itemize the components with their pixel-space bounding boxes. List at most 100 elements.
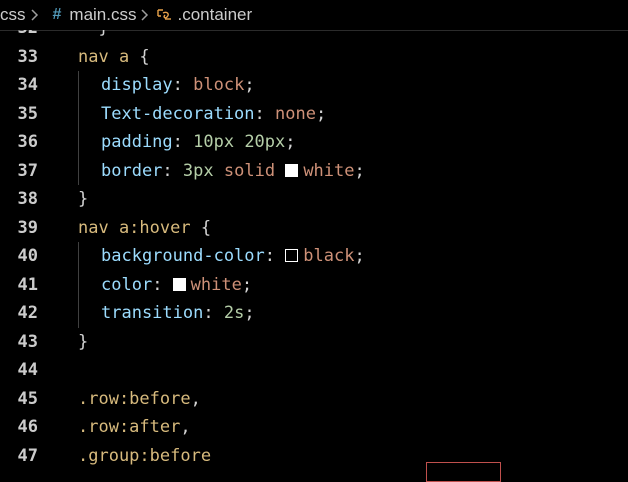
code-line[interactable]: 37 border: 3px solid white; <box>0 156 628 186</box>
breadcrumb-file[interactable]: # main.css <box>45 5 137 25</box>
code-line[interactable]: 36 padding: 10px 20px; <box>0 128 628 157</box>
code-token: { <box>190 217 212 238</box>
code-token: 10px 20px <box>193 132 286 152</box>
code-token: border <box>101 160 163 181</box>
line-number: 32 <box>0 30 38 43</box>
color-swatch-icon[interactable] <box>172 277 186 291</box>
line-number: 47 <box>17 445 38 466</box>
code-text: border: 3px solid white; <box>101 157 365 186</box>
indent-guide <box>78 71 79 100</box>
code-text: color: white; <box>101 271 252 300</box>
code-token: background-color <box>101 246 265 266</box>
code-token: ; <box>244 303 255 323</box>
line-number: 33 <box>17 46 38 67</box>
code-text: background-color: black; <box>101 242 365 271</box>
code-token: : <box>172 132 194 152</box>
breadcrumb-folder[interactable]: css <box>0 5 26 25</box>
chevron-right-icon <box>140 8 149 22</box>
breadcrumb-file-label: main.css <box>69 5 137 24</box>
breadcrumb: css # main.css .container <box>0 0 628 31</box>
code-token: : <box>264 246 286 266</box>
code-token: ; <box>241 274 253 295</box>
code-line[interactable]: 35 Text-decoration: none; <box>0 99 628 129</box>
breadcrumb-folder-label: css <box>0 5 26 24</box>
code-token: ; <box>244 75 255 95</box>
code-token: black <box>303 246 355 266</box>
code-token: ; <box>315 103 327 124</box>
color-swatch-icon[interactable] <box>285 249 299 262</box>
line-number: 46 <box>17 417 38 437</box>
code-token: padding <box>101 132 173 152</box>
code-token: , <box>180 417 191 437</box>
code-token: } <box>78 331 89 352</box>
code-token: nav a <box>78 46 130 67</box>
code-token: block <box>193 75 245 95</box>
code-text: transition: 2s; <box>101 299 255 328</box>
line-number: 34 <box>17 75 38 95</box>
breadcrumb-symbol[interactable]: .container <box>155 5 252 25</box>
code-text: Text-decoration: none; <box>101 100 326 129</box>
line-number: 38 <box>17 189 38 209</box>
color-swatch-icon[interactable] <box>285 163 299 177</box>
code-text: } <box>78 328 88 357</box>
chevron-right-icon <box>30 8 39 22</box>
code-token: .row:before <box>78 388 191 409</box>
code-token: .group:before <box>78 445 212 466</box>
line-number: 37 <box>17 160 38 181</box>
code-token: ; <box>354 246 365 266</box>
code-token: 3px <box>182 160 214 181</box>
code-line[interactable]: 45 .row:before, <box>0 385 628 414</box>
code-text: nav a:hover { <box>78 214 211 243</box>
line-number: 39 <box>17 217 38 238</box>
code-token: white <box>190 274 242 295</box>
code-token: : <box>172 75 194 95</box>
line-number: 44 <box>17 360 38 380</box>
css-file-icon: # <box>52 6 62 23</box>
code-line[interactable]: 41 color: white; <box>0 270 628 300</box>
indent-guide <box>78 242 79 271</box>
code-line[interactable]: 34 display: block; <box>0 71 628 100</box>
code-line[interactable]: 47 .group:before <box>0 442 628 471</box>
code-token: ; <box>354 160 365 181</box>
code-line[interactable]: 39 nav a:hover { <box>0 214 628 243</box>
code-editor[interactable]: 32 } 33 nav a {34 display: block; 35 Text-dec… <box>0 30 628 475</box>
code-line[interactable]: 32 } <box>0 30 628 43</box>
code-line[interactable]: 43} <box>0 328 628 357</box>
code-token: solid <box>223 160 276 181</box>
highlight-box <box>426 462 501 482</box>
code-text: .row:after, <box>78 413 191 442</box>
code-lines: 32 } 33 nav a {34 display: block; 35 Text-dec… <box>0 30 628 470</box>
code-token: 2s <box>223 303 245 323</box>
code-token: : <box>162 160 183 181</box>
code-token: : <box>254 103 276 124</box>
indent-guide <box>78 299 79 328</box>
code-token: .row:after <box>78 417 181 437</box>
line-number: 35 <box>17 103 38 124</box>
code-line[interactable]: 42 transition: 2s; <box>0 299 628 328</box>
code-token: : <box>152 274 173 295</box>
code-token: Text-decoration <box>101 103 255 124</box>
code-line[interactable]: 46 .row:after, <box>0 413 628 442</box>
line-number: 43 <box>17 331 38 352</box>
indent-guide <box>78 99 79 128</box>
code-token: display <box>101 75 173 95</box>
code-token: : <box>203 303 224 323</box>
code-line[interactable]: 33 nav a { <box>0 43 628 72</box>
indent-guide <box>78 156 79 185</box>
css-selector-icon <box>155 7 173 23</box>
code-text: padding: 10px 20px; <box>101 128 296 157</box>
breadcrumb-symbol-label: .container <box>177 5 253 24</box>
code-line[interactable]: 44 <box>0 356 628 385</box>
line-number: 41 <box>17 274 38 295</box>
code-token: color <box>101 274 153 295</box>
line-number: 40 <box>17 246 38 266</box>
line-number: 36 <box>17 132 38 152</box>
code-token: } <box>78 189 89 209</box>
code-token: } <box>78 30 108 38</box>
code-line[interactable]: 38} <box>0 185 628 214</box>
code-token: none <box>275 103 316 124</box>
code-line[interactable]: 40 background-color: black; <box>0 242 628 271</box>
code-text: } <box>78 30 108 43</box>
